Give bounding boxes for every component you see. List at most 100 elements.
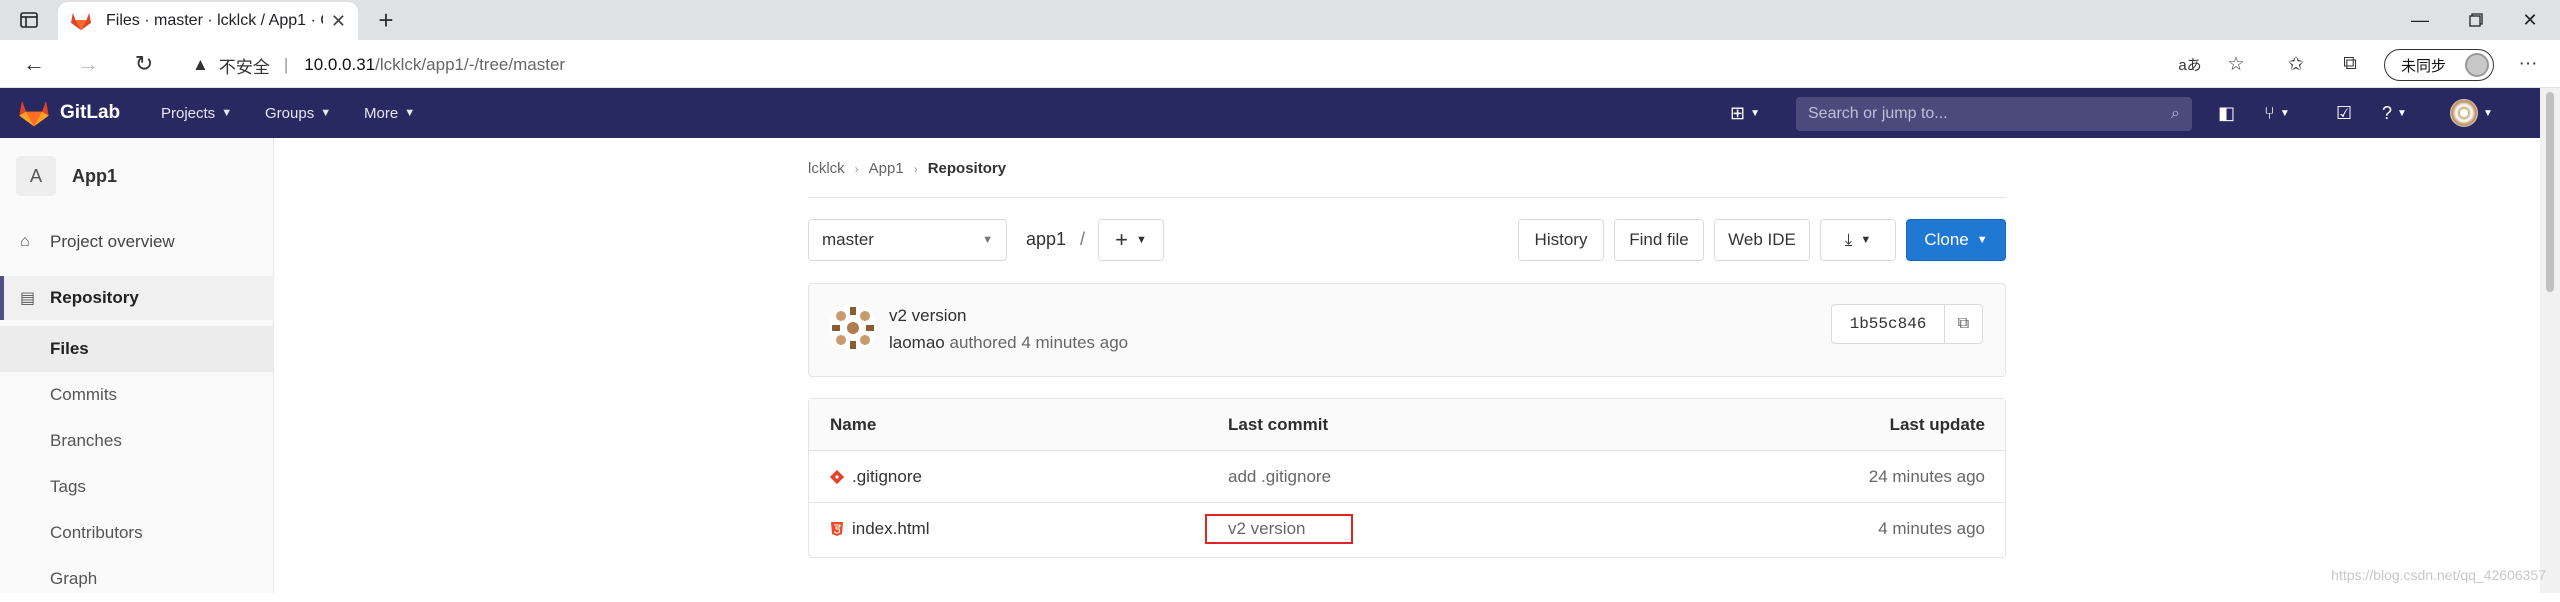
branch-value: master bbox=[822, 230, 982, 250]
search-input[interactable]: Search or jump to... ⌕ bbox=[1796, 97, 2192, 131]
breadcrumb-item[interactable]: lcklck bbox=[808, 160, 845, 177]
last-commit-panel: v2 version laomao authored 4 minutes ago… bbox=[808, 283, 2006, 377]
chevron-right-icon: › bbox=[914, 162, 918, 176]
download-icon: ⤓ bbox=[1845, 230, 1853, 250]
browser-tab[interactable]: Files · master · lcklck / App1 · GitLab … bbox=[58, 2, 358, 40]
table-row[interactable]: .gitignore add .gitignore 24 minutes ago bbox=[809, 451, 2005, 503]
issues-icon[interactable]: ◧ bbox=[2218, 88, 2235, 138]
history-button[interactable]: History bbox=[1518, 219, 1604, 261]
search-icon: ⌕ bbox=[2171, 105, 2180, 123]
git-icon bbox=[830, 470, 844, 484]
nav-groups-label: Groups bbox=[265, 105, 314, 122]
commit-author[interactable]: laomao bbox=[889, 333, 945, 352]
breadcrumb-current[interactable]: Repository bbox=[928, 160, 1006, 177]
project-name: App1 bbox=[72, 166, 117, 187]
table-row[interactable]: index.html v2 version 4 minutes ago bbox=[809, 503, 2005, 555]
path-root[interactable]: app1 bbox=[1026, 229, 1066, 249]
add-favorite-icon[interactable]: ☆ bbox=[2216, 44, 2256, 84]
chevron-down-icon: ▼ bbox=[320, 107, 331, 119]
commit-time: authored 4 minutes ago bbox=[950, 333, 1129, 352]
gitlab-favicon-icon bbox=[70, 11, 92, 31]
chevron-down-icon: ▼ bbox=[2280, 108, 2290, 119]
chevron-down-icon: ▼ bbox=[1136, 234, 1147, 246]
chevron-down-icon: ▼ bbox=[221, 107, 232, 119]
sidebar-item-repository[interactable]: ▤ Repository bbox=[0, 276, 274, 320]
web-ide-button[interactable]: Web IDE bbox=[1714, 219, 1810, 261]
restore-icon[interactable] bbox=[2446, 0, 2506, 40]
url-host: 10.0.0.31 bbox=[304, 55, 375, 75]
todos-icon[interactable]: ☑ bbox=[2336, 88, 2352, 138]
file-name[interactable]: .gitignore bbox=[852, 467, 922, 487]
sidebar-subitem-contributors[interactable]: Contributors bbox=[0, 510, 274, 556]
file-name-cell[interactable]: index.html bbox=[830, 503, 929, 555]
commit-author-avatar[interactable] bbox=[829, 304, 877, 352]
clone-button[interactable]: Clone▼ bbox=[1906, 219, 2006, 261]
refresh-icon[interactable]: ↻ bbox=[124, 44, 164, 84]
chevron-down-icon: ▼ bbox=[1750, 108, 1760, 119]
find-file-button[interactable]: Find file bbox=[1614, 219, 1704, 261]
help-dropdown[interactable]: ?▼ bbox=[2382, 88, 2407, 138]
file-tree-table: Name Last commit Last update .gitignore … bbox=[808, 398, 2006, 558]
sidebar-item-label: Project overview bbox=[50, 232, 175, 252]
sidebar-subitem-commits[interactable]: Commits bbox=[0, 372, 274, 418]
download-button[interactable]: ⤓▼ bbox=[1820, 219, 1896, 261]
breadcrumb: lcklck › App1 › Repository bbox=[808, 160, 1006, 177]
sidebar-item-label: Repository bbox=[50, 288, 139, 308]
chevron-down-icon: ▼ bbox=[982, 234, 993, 246]
new-tab-button[interactable]: + bbox=[368, 0, 404, 40]
tab-title: Files · master · lcklck / App1 · GitLab bbox=[106, 12, 323, 30]
file-name-cell[interactable]: .gitignore bbox=[830, 451, 922, 503]
commit-sha[interactable]: 1b55c846 bbox=[1831, 304, 1945, 344]
nav-more-label: More bbox=[364, 105, 398, 122]
sidebar-subitem-tags[interactable]: Tags bbox=[0, 464, 274, 510]
url-field[interactable]: ▲ 不安全 | 10.0.0.31 /lcklck/app1/-/tree/ma… bbox=[192, 52, 565, 78]
favorites-icon[interactable]: ✩ bbox=[2276, 44, 2316, 84]
sidebar-item-project-overview[interactable]: ⌂ Project overview bbox=[0, 220, 274, 264]
file-last-update: 4 minutes ago bbox=[1878, 503, 1985, 555]
copy-icon[interactable]: ⧉ bbox=[1945, 304, 1983, 344]
file-last-update: 24 minutes ago bbox=[1869, 451, 1985, 503]
minimize-icon[interactable]: — bbox=[2390, 0, 2450, 40]
chevron-down-icon: ▼ bbox=[1860, 234, 1871, 246]
project-header[interactable]: A App1 bbox=[16, 156, 117, 196]
highlight-annotation-box bbox=[1205, 514, 1353, 544]
sidebar-subitem-files[interactable]: Files bbox=[0, 326, 274, 372]
forward-icon[interactable]: → bbox=[68, 44, 108, 84]
tab-close-icon[interactable]: ✕ bbox=[331, 11, 346, 32]
html5-icon bbox=[830, 522, 844, 536]
browser-tab-bar: Files · master · lcklck / App1 · GitLab … bbox=[0, 0, 2560, 40]
sidebar-subitem-graph[interactable]: Graph bbox=[0, 556, 274, 602]
watermark: https://blog.csdn.net/qq_42606357 bbox=[2331, 567, 2546, 583]
read-aloud-icon[interactable]: aあ bbox=[2170, 44, 2210, 84]
chevron-down-icon: ▼ bbox=[2483, 108, 2493, 119]
file-last-commit[interactable]: add .gitignore bbox=[1228, 451, 1331, 503]
merge-requests-dropdown[interactable]: ⑂▼ bbox=[2264, 88, 2290, 138]
profile-sync-button[interactable]: 未同步 bbox=[2384, 49, 2494, 81]
project-avatar: A bbox=[16, 156, 56, 196]
new-item-dropdown[interactable]: ⊞▼ bbox=[1730, 88, 1760, 138]
file-name[interactable]: index.html bbox=[852, 519, 929, 539]
back-icon[interactable]: ← bbox=[14, 44, 54, 84]
more-menu-icon[interactable]: ··· bbox=[2508, 44, 2548, 84]
gitlab-brand: GitLab bbox=[60, 102, 120, 124]
page-scrollbar[interactable] bbox=[2540, 88, 2560, 593]
commit-sha-group: 1b55c846 ⧉ bbox=[1831, 304, 1983, 344]
tab-actions-icon[interactable] bbox=[0, 0, 58, 40]
gitlab-logo[interactable]: GitLab bbox=[18, 98, 120, 128]
window-close-icon[interactable]: ✕ bbox=[2500, 0, 2560, 40]
nav-projects[interactable]: Projects▼ bbox=[161, 88, 232, 138]
nav-more[interactable]: More▼ bbox=[364, 88, 415, 138]
branch-selector[interactable]: master ▼ bbox=[808, 219, 1007, 261]
commit-meta: laomao authored 4 minutes ago bbox=[889, 333, 1128, 353]
merge-request-icon: ⑂ bbox=[2264, 103, 2275, 124]
add-to-tree-button[interactable]: +▼ bbox=[1098, 219, 1164, 261]
gitlab-tanuki-icon bbox=[18, 98, 50, 128]
nav-groups[interactable]: Groups ▼ bbox=[265, 88, 331, 138]
sidebar-subitem-branches[interactable]: Branches bbox=[0, 418, 274, 464]
profile-avatar bbox=[2465, 53, 2489, 77]
scrollbar-thumb[interactable] bbox=[2546, 92, 2554, 292]
collections-icon[interactable]: ⧉ bbox=[2330, 44, 2370, 84]
breadcrumb-item[interactable]: App1 bbox=[869, 160, 904, 177]
user-menu-dropdown[interactable]: ▼ bbox=[2450, 88, 2493, 138]
commit-title[interactable]: v2 version bbox=[889, 306, 966, 326]
